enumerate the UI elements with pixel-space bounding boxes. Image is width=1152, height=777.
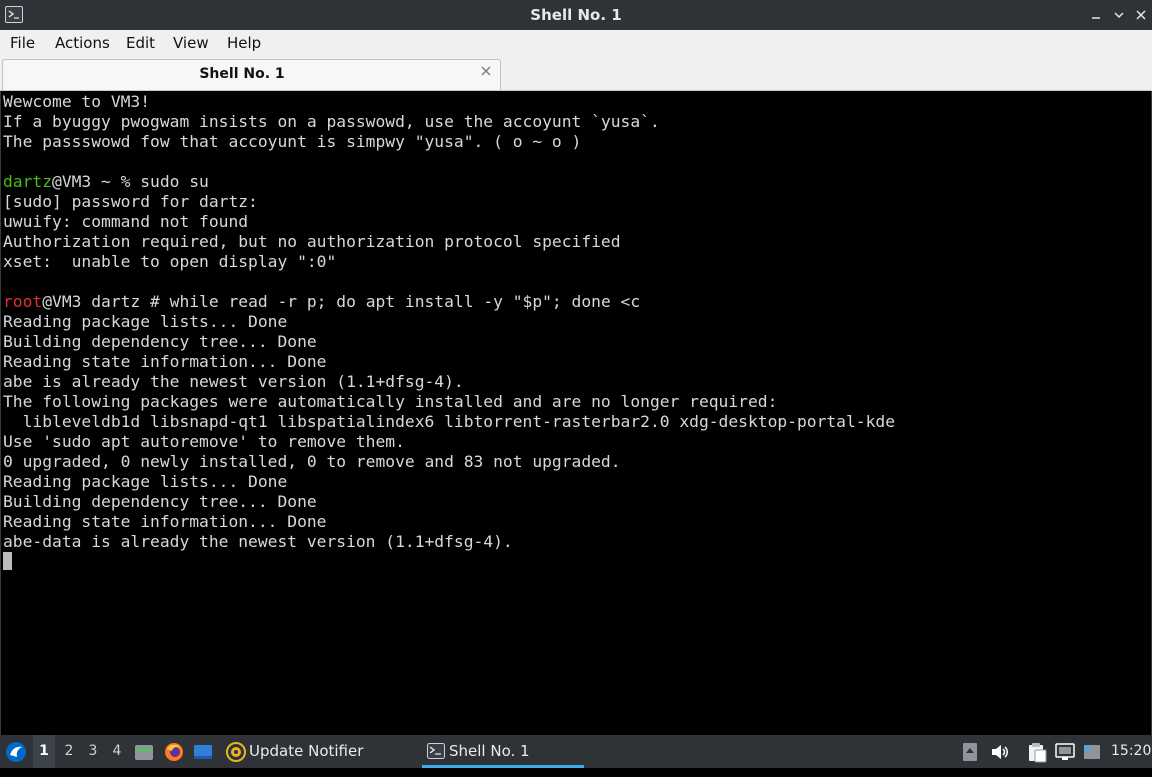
terminal-line: Reading package lists... Done [3,312,288,331]
show-desktop-button[interactable] [192,735,216,768]
volume-button[interactable] [990,735,1012,768]
taskbar: 1 2 3 4 Update Notifier Shell No. 1 15:2… [0,735,1152,768]
terminal-line: Wewcome to VM3! [3,92,151,111]
terminal-line: If a byuggy pwogwam insists on a passwow… [3,112,660,131]
terminal-line: Reading state information... Done [3,352,327,371]
prompt-user: dartz [3,172,53,191]
terminal-line: libleveldb1d libsnapd-qt1 libspatialinde… [3,412,895,431]
terminal-line: abe-data is already the newest version (… [3,532,513,551]
terminal-lines: Wewcome to VM3! If a byuggy pwogwam insis… [3,92,895,572]
menu-bar: File Actions Edit View Help [0,30,1152,56]
task-update-notifier[interactable]: Update Notifier [224,735,414,768]
folder-icon [135,745,153,760]
speaker-icon [992,745,1008,759]
desktop-icon [194,745,212,759]
terminal-icon [427,743,445,759]
network-button[interactable] [1054,735,1078,768]
update-notifier-icon [226,742,246,762]
menu-edit[interactable]: Edit [126,34,155,52]
firefox-icon [165,743,183,761]
menu-view[interactable]: View [173,34,209,52]
restore-button[interactable] [1110,6,1128,24]
minimize-icon [1092,17,1100,19]
desktop-4-button[interactable]: 4 [106,735,128,768]
firefox-launcher[interactable] [163,735,187,768]
terminal-line: uwuify: command not found [3,212,249,231]
shell-task-label: Shell No. 1 [449,742,530,760]
window-titlebar[interactable]: Shell No. 1 [0,0,1152,30]
terminal-line: The following packages were automaticall… [3,392,778,411]
lubuntu-logo-icon [6,742,26,762]
prompt-user: root [3,292,43,311]
terminal-output[interactable]: Wewcome to VM3! If a byuggy pwogwam insis… [0,91,1152,735]
terminal-cursor-line [3,552,895,572]
terminal-line: Reading state information... Done [3,512,327,531]
tray-arrow-button[interactable] [962,735,982,768]
close-button[interactable] [1132,6,1150,24]
tray-expand-icon [963,743,977,761]
menu-help[interactable]: Help [227,34,261,52]
desktop-2-button[interactable]: 2 [58,735,80,768]
close-icon [1136,10,1146,20]
tab-shell-no-1[interactable]: Shell No. 1 [2,59,501,90]
terminal-cursor [3,552,12,570]
terminal-line: The passswowd fow that accoyunt is simpw… [3,132,582,151]
update-notifier-label: Update Notifier [249,742,364,760]
desktop-1-button[interactable]: 1 [33,735,55,768]
clipboard-button[interactable] [1026,735,1050,768]
desktop-3-button[interactable]: 3 [82,735,104,768]
tab-label: Shell No. 1 [199,66,285,82]
tab-close-icon[interactable] [480,65,492,81]
terminal-line: Authorization required, but no authoriza… [3,232,621,251]
terminal-line: Building dependency tree... Done [3,492,317,511]
notification-button[interactable] [1082,735,1104,768]
terminal-line: Use 'sudo apt autoremove' to remove them… [3,432,405,451]
file-manager-launcher[interactable] [133,735,155,768]
clock[interactable]: 15:20 [1111,735,1151,768]
start-menu-button[interactable] [4,735,30,768]
terminal-prompt-line: dartz@VM3 ~ % sudo su [3,172,895,192]
tab-strip: Shell No. 1 [0,56,1152,91]
window-title: Shell No. 1 [530,6,622,24]
prompt-command: @VM3 ~ % sudo su [52,172,209,191]
terminal-prompt-line: root@VM3 dartz # while read -r p; do apt… [3,292,895,312]
terminal-line: [sudo] password for dartz: [3,192,258,211]
terminal-line: 0 upgraded, 0 newly installed, 0 to remo… [3,452,621,471]
terminal-line: abe is already the newest version (1.1+d… [3,372,464,391]
network-wired-icon [1055,743,1075,760]
notification-icon [1084,745,1100,759]
minimize-button[interactable] [1087,6,1105,24]
task-shell-no-1[interactable]: Shell No. 1 [424,735,584,768]
menu-file[interactable]: File [10,34,35,52]
terminal-line: Reading package lists... Done [3,472,288,491]
terminal-line: Building dependency tree... Done [3,332,317,351]
prompt-command: @VM3 dartz # while read -r p; do apt ins… [42,292,641,311]
menu-actions[interactable]: Actions [55,34,110,52]
chevron-down-icon [1114,12,1124,19]
terminal-line: xset: unable to open display ":0" [3,252,337,271]
clipboard-icon [1029,743,1047,763]
